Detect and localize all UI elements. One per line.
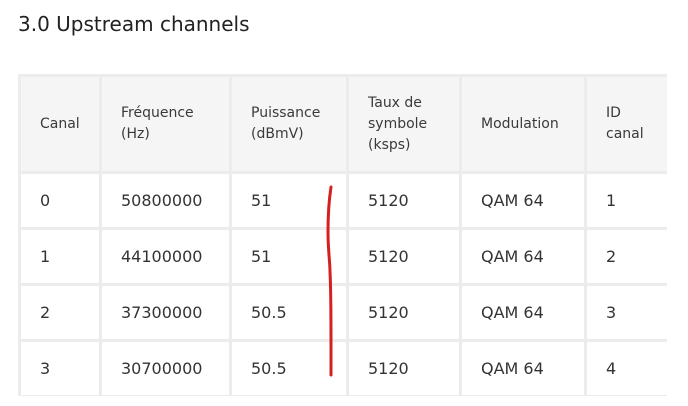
upstream-channels-page: 3.0 Upstream channels Canal Fréquence (H… [0, 0, 688, 406]
table-row: 3 30700000 50.5 5120 QAM 64 4 [21, 342, 667, 395]
cell-taux-symbole: 5120 [349, 230, 459, 283]
cell-taux-symbole: 5120 [349, 286, 459, 339]
cell-frequence: 44100000 [102, 230, 229, 283]
header-modulation: Modulation [462, 77, 584, 171]
cell-puissance: 51 [232, 174, 346, 227]
header-line: Modulation [481, 115, 559, 132]
cell-frequence: 30700000 [102, 342, 229, 395]
header-puissance: Puissance (dBmV) [232, 77, 346, 171]
cell-taux-symbole: 5120 [349, 174, 459, 227]
header-line: symbole [368, 115, 428, 132]
header-line: Fréquence [121, 105, 194, 121]
cell-puissance: 51 [232, 230, 346, 283]
cell-frequence: 37300000 [102, 286, 229, 339]
table-row: 2 37300000 50.5 5120 QAM 64 3 [21, 286, 667, 339]
cell-id-canal: 1 [587, 174, 667, 227]
cell-puissance: 50.5 [232, 342, 346, 395]
section-title: 3.0 Upstream channels [18, 12, 250, 36]
header-line: Puissance [251, 105, 321, 121]
cell-id-canal: 3 [587, 286, 667, 339]
cell-modulation: QAM 64 [462, 286, 584, 339]
table-row: 1 44100000 51 5120 QAM 64 2 [21, 230, 667, 283]
header-line: (dBmV) [251, 126, 304, 142]
cell-id-canal: 4 [587, 342, 667, 395]
cell-modulation: QAM 64 [462, 230, 584, 283]
header-line: canal [606, 126, 644, 142]
header-line: Taux de [368, 94, 422, 111]
header-line: (ksps) [368, 136, 411, 153]
header-line: (Hz) [121, 126, 150, 142]
cell-canal: 0 [21, 174, 99, 227]
header-line: Canal [40, 115, 80, 132]
upstream-channels-table: Canal Fréquence (Hz) Puissance (dBmV) Ta… [18, 74, 670, 398]
cell-canal: 1 [21, 230, 99, 283]
table-row: 0 50800000 51 5120 QAM 64 1 [21, 174, 667, 227]
cell-taux-symbole: 5120 [349, 342, 459, 395]
cell-frequence: 50800000 [102, 174, 229, 227]
cell-modulation: QAM 64 [462, 342, 584, 395]
cell-canal: 2 [21, 286, 99, 339]
header-line: ID [606, 105, 621, 121]
cell-puissance: 50.5 [232, 286, 346, 339]
cell-id-canal: 2 [587, 230, 667, 283]
header-taux-de-symbole: Taux de symbole (ksps) [349, 77, 459, 171]
upstream-channels-table-container: Canal Fréquence (Hz) Puissance (dBmV) Ta… [18, 74, 667, 396]
header-canal: Canal [21, 77, 99, 171]
cell-modulation: QAM 64 [462, 174, 584, 227]
header-frequence: Fréquence (Hz) [102, 77, 229, 171]
table-header-row: Canal Fréquence (Hz) Puissance (dBmV) Ta… [21, 77, 667, 171]
header-id-canal: ID canal [587, 77, 667, 171]
cell-canal: 3 [21, 342, 99, 395]
